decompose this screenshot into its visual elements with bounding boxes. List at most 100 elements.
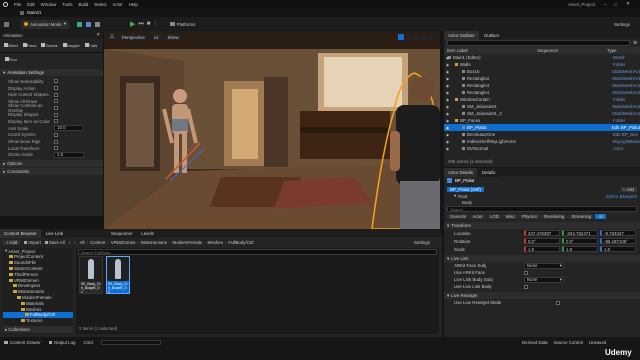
transform-z-field[interactable]: 1.0 bbox=[600, 246, 636, 252]
level-tab[interactable]: Main01 bbox=[27, 10, 41, 15]
menu-tools[interactable]: Tools bbox=[62, 2, 72, 7]
visibility-eye-icon[interactable]: ◉ bbox=[446, 126, 449, 130]
tab-live-link[interactable]: Live Link bbox=[41, 228, 68, 238]
option-checkbox[interactable] bbox=[54, 92, 58, 97]
step-icon[interactable]: ⏭ bbox=[138, 21, 143, 28]
constraints-section[interactable]: ▸ Constraints bbox=[0, 168, 103, 176]
filter-icon[interactable]: ⚙ bbox=[633, 40, 637, 46]
livelink-dropdown[interactable]: None ▾ bbox=[524, 276, 564, 283]
visibility-eye-icon[interactable]: ◉ bbox=[446, 70, 449, 74]
details-filter-tab[interactable]: All bbox=[595, 214, 607, 219]
transform-z-field[interactable]: -96.187106° bbox=[600, 238, 636, 244]
options-section[interactable]: ▸ Options bbox=[0, 160, 103, 168]
outliner-row[interactable]: ◉ Rectangle2 StaticMeshAct bbox=[444, 75, 640, 82]
details-filter-tab[interactable]: Misc bbox=[502, 214, 518, 219]
outliner-row[interactable]: ◉ BP_Pialut Edit BP_Pialut bbox=[444, 124, 640, 131]
option-checkbox[interactable] bbox=[54, 112, 58, 117]
visibility-eye-icon[interactable]: ◉ bbox=[446, 119, 449, 123]
play-icon[interactable]: ▶ bbox=[130, 20, 135, 28]
option-checkbox[interactable] bbox=[54, 106, 58, 111]
translate-icon[interactable] bbox=[398, 34, 404, 40]
outliner-row[interactable]: ◉ SM_Jalousie01_2 StaticMeshAct bbox=[444, 110, 640, 117]
menu-select[interactable]: Select bbox=[94, 2, 106, 7]
breadcrumb-item[interactable]: Content bbox=[90, 240, 105, 245]
outliner-row[interactable]: ◉ NVStormal Actor bbox=[444, 145, 640, 152]
viewport-menu-icon[interactable]: ☰ bbox=[108, 34, 116, 40]
transform-y-field[interactable]: 0.0° bbox=[562, 238, 598, 244]
livelink-checkbox[interactable] bbox=[524, 284, 528, 289]
cb-settings-button[interactable]: Settings bbox=[414, 240, 430, 245]
outliner-row[interactable]: ◉ SM_Jalousie01 StaticMeshAct bbox=[444, 103, 640, 110]
breadcrumb-item[interactable]: ModernFemale bbox=[173, 240, 203, 245]
breadcrumb-item[interactable]: VRMZmmen bbox=[111, 240, 136, 245]
add-actor-icon[interactable] bbox=[76, 21, 82, 27]
perspective-button[interactable]: Perspective bbox=[118, 34, 148, 40]
option-checkbox[interactable] bbox=[54, 86, 58, 91]
transform-x-field[interactable]: 1.0 bbox=[524, 246, 560, 252]
rotate-icon[interactable] bbox=[406, 34, 412, 40]
visibility-eye-icon[interactable]: ◉ bbox=[446, 91, 449, 95]
transform-y-field[interactable]: -334.752471 bbox=[562, 230, 598, 236]
cb-add-button[interactable]: + Add bbox=[3, 239, 21, 245]
transform-x-field[interactable]: 0.0° bbox=[524, 238, 560, 244]
tab-actor-details[interactable]: Actor Details bbox=[444, 167, 477, 177]
visibility-eye-icon[interactable]: ◉ bbox=[446, 112, 449, 116]
cb-search-input[interactable] bbox=[78, 249, 437, 255]
menu-actor[interactable]: Actor bbox=[113, 2, 123, 7]
close-tab-icon[interactable]: ✕ bbox=[96, 32, 100, 38]
option-checkbox[interactable] bbox=[54, 132, 58, 137]
cb-import-button[interactable]: Import bbox=[24, 240, 41, 245]
details-filter-tab[interactable]: Actor bbox=[469, 214, 486, 219]
add-component-button[interactable]: + Add bbox=[619, 186, 637, 192]
menu-window[interactable]: Window bbox=[41, 2, 57, 7]
visibility-eye-icon[interactable]: ◉ bbox=[446, 105, 449, 109]
visibility-eye-icon[interactable]: ◉ bbox=[446, 56, 449, 60]
column-type[interactable]: Type bbox=[607, 48, 617, 53]
outliner-row[interactable]: ◉ Box15 StaticMeshAct bbox=[444, 68, 640, 75]
cb-save-all-button[interactable]: Save All bbox=[44, 240, 65, 245]
platforms-button[interactable]: Platforms bbox=[177, 22, 196, 27]
animation-settings-header[interactable]: ▾ Animation Settings bbox=[0, 69, 103, 76]
derived-data-button[interactable]: Derived Data bbox=[522, 340, 548, 345]
visibility-eye-icon[interactable]: ◉ bbox=[446, 77, 449, 81]
option-checkbox[interactable] bbox=[54, 119, 58, 124]
transform-section[interactable]: ▾ Transform bbox=[444, 222, 640, 229]
details-instance[interactable]: BP_Pialut (Self) bbox=[447, 186, 484, 192]
blueprint-icon[interactable] bbox=[85, 21, 91, 27]
tab-content-browser[interactable]: Content Browser bbox=[0, 228, 41, 238]
livelink-section[interactable]: ▾ Live Link bbox=[444, 255, 640, 262]
console-input[interactable] bbox=[100, 339, 161, 345]
outliner-row[interactable]: ◉ BP_Faces Folder bbox=[444, 117, 640, 124]
show-button[interactable]: Show bbox=[164, 34, 182, 40]
mode-selector[interactable]: Animation Mode ▾ bbox=[21, 19, 69, 29]
outliner-row[interactable]: ◉ Rectangle3 StaticMeshAct bbox=[444, 82, 640, 89]
details-filter-tab[interactable]: General bbox=[447, 214, 469, 219]
option-value-field[interactable]: 10.0 bbox=[54, 125, 84, 132]
visibility-eye-icon[interactable]: ◉ bbox=[446, 98, 449, 102]
option-value-field[interactable]: 1.0 bbox=[54, 151, 84, 158]
details-filter-tab[interactable]: LOD bbox=[486, 214, 502, 219]
details-filter-tab[interactable]: Streaming bbox=[568, 214, 595, 219]
select-tool[interactable]: Select bbox=[4, 43, 18, 48]
visibility-eye-icon[interactable]: ◉ bbox=[446, 63, 449, 67]
option-checkbox[interactable] bbox=[54, 139, 58, 144]
details-filter-tab[interactable]: Rendering bbox=[541, 214, 568, 219]
outliner-row[interactable]: ◉ Rectangle4 StaticMeshAct bbox=[444, 89, 640, 96]
menu-build[interactable]: Build bbox=[79, 2, 89, 7]
edit-in-blueprint-link[interactable]: Edit in Blueprint bbox=[606, 194, 637, 199]
cmd-button[interactable]: Cmd bbox=[83, 340, 92, 345]
menu-file[interactable]: File bbox=[14, 2, 21, 7]
menu-edit[interactable]: Edit bbox=[27, 2, 35, 7]
column-item-label[interactable]: Item Label bbox=[447, 48, 537, 53]
column-sequencer[interactable]: Sequencer bbox=[537, 48, 607, 53]
breadcrumb-item[interactable]: All bbox=[80, 240, 85, 245]
outliner-row[interactable]: ◉ DecimatorOne Edit BP_Dec bbox=[444, 131, 640, 138]
visibility-eye-icon[interactable]: ◉ bbox=[446, 84, 449, 88]
content-drawer-button[interactable]: Content Drawer bbox=[4, 340, 41, 345]
tweens-tool[interactable]: Tweens bbox=[41, 43, 58, 48]
option-checkbox[interactable] bbox=[54, 146, 58, 151]
tab-levels[interactable]: Levels bbox=[137, 228, 158, 238]
settings-button[interactable]: Settings bbox=[614, 22, 630, 27]
details-search-input[interactable] bbox=[447, 206, 637, 212]
play-options-icon[interactable]: ⋮ bbox=[153, 21, 157, 27]
